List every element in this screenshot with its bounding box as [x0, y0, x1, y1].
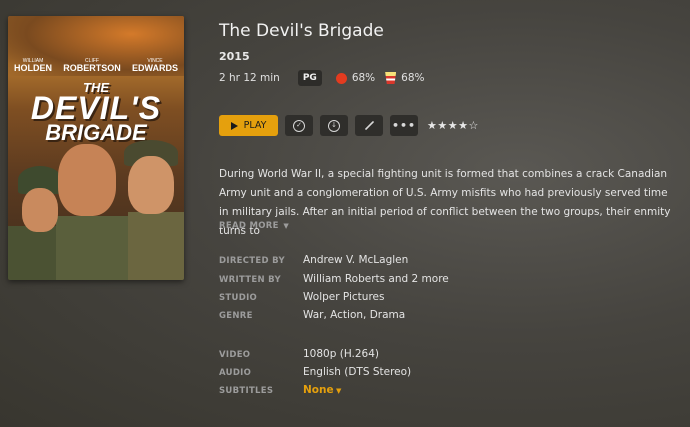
movie-poster[interactable]: WILLIAM HOLDEN CLIFF ROBERTSON VINCE EDWARD…: [8, 16, 184, 280]
chevron-down-icon: ▼: [333, 387, 342, 395]
poster-cast-3: VINCE EDWARDS: [131, 58, 178, 73]
tomato-icon: [335, 72, 347, 84]
genre-value[interactable]: War, Action, Drama: [303, 309, 405, 321]
subtitles-label: SUBTITLES: [219, 386, 274, 396]
more-icon: •••: [391, 119, 417, 132]
meta-row: 2 hr 12 min PG 68% 68%: [219, 70, 425, 86]
poster-figure-body-right: [128, 212, 184, 280]
audio-label: AUDIO: [219, 368, 252, 378]
download-icon: ↓: [328, 119, 340, 132]
poster-face-right: [128, 156, 174, 214]
more-button[interactable]: •••: [390, 115, 418, 136]
video-label: VIDEO: [219, 350, 251, 360]
popcorn-icon: [385, 72, 397, 84]
chevron-down-icon: ▼: [280, 222, 290, 230]
play-label: PLAY: [243, 120, 267, 131]
studio-value[interactable]: Wolper Pictures: [303, 291, 384, 303]
audio-value[interactable]: English (DTS Stereo): [303, 366, 411, 378]
download-button[interactable]: ↓: [320, 115, 348, 136]
subtitles-value: None: [303, 384, 334, 396]
critic-score: 68%: [351, 72, 376, 84]
poster-cast-names: WILLIAM HOLDEN CLIFF ROBERTSON VINCE EDWARD…: [14, 58, 178, 73]
poster-cast-1: WILLIAM HOLDEN: [14, 58, 52, 73]
poster-cast-2: CLIFF ROBERTSON: [63, 58, 121, 73]
pencil-icon: [364, 121, 374, 130]
video-value: 1080p (H.264): [303, 348, 380, 360]
writer-value[interactable]: William Roberts and 2 more: [303, 273, 449, 285]
studio-label: STUDIO: [219, 293, 258, 303]
play-icon: [230, 121, 238, 130]
edit-button[interactable]: [355, 115, 383, 136]
audience-score: 68%: [401, 72, 425, 84]
page-title: The Devil's Brigade: [219, 21, 384, 41]
action-bar: PLAY ✓ ↓ ••• ★★★★☆: [219, 115, 479, 136]
read-more-link[interactable]: READ MORE ▼: [219, 221, 289, 231]
writer-label: WRITTEN BY: [219, 275, 281, 285]
genre-label: GENRE: [219, 311, 253, 321]
duration: 2 hr 12 min: [219, 72, 280, 84]
director-label: DIRECTED BY: [219, 256, 285, 266]
release-year: 2015: [219, 50, 250, 63]
check-circle-icon: ✓: [293, 119, 305, 132]
content-rating-badge: PG: [297, 70, 322, 86]
poster-face-left: [22, 188, 58, 232]
subtitles-select[interactable]: None ▼: [303, 384, 341, 396]
mark-watched-button[interactable]: ✓: [285, 115, 313, 136]
star-rating[interactable]: ★★★★☆: [427, 119, 479, 132]
poster-face-center: [58, 144, 116, 216]
play-button[interactable]: PLAY: [219, 115, 278, 136]
director-value[interactable]: Andrew V. McLaglen: [303, 254, 408, 266]
read-more-label: READ MORE: [219, 221, 279, 231]
